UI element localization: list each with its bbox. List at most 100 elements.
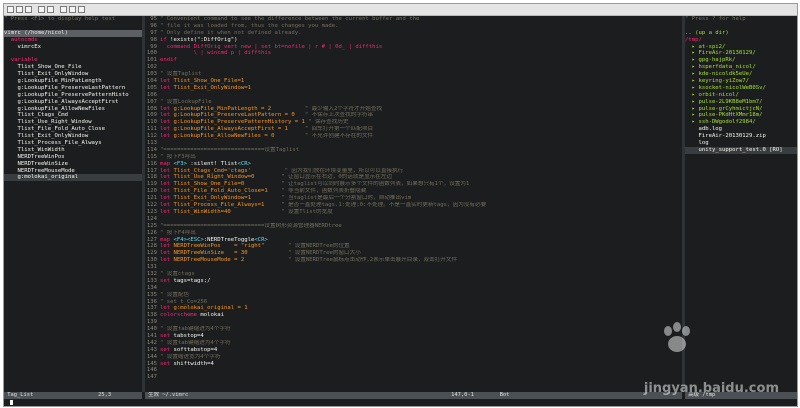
nerdtree-entry[interactable]: /tmp/ — [685, 37, 797, 44]
taglist-entry[interactable]: Tlist_File_Fold_Auto_Close — [4, 126, 142, 133]
code-line[interactable]: 138 colorscheme molokai — [145, 312, 682, 319]
toolbar-button[interactable] — [60, 6, 67, 13]
taglist-entry[interactable]: g:LookupFile_MinPatLength — [4, 78, 142, 85]
code-line[interactable]: 99 command DiffOrig vert new | set bt=no… — [145, 44, 682, 51]
code-line[interactable]: 114 "==============================设置Tagl… — [145, 147, 682, 154]
code-line[interactable]: 102 — [145, 64, 682, 71]
toolbar-button[interactable] — [47, 6, 54, 13]
code-line[interactable]: 100 \ | wincmd p | diffthis — [145, 50, 682, 57]
code-line[interactable]: 120 let Tlist_File_Fold_Auto_Close=1 " 非当… — [145, 188, 682, 195]
taglist-entry[interactable]: Tlist_Ctags_Cmd — [4, 112, 142, 119]
taglist-entry[interactable]: Tlist_Use_Right_Window — [4, 119, 142, 126]
toolbar-button[interactable] — [38, 6, 45, 13]
code-line[interactable]: 124 — [145, 216, 682, 223]
code-line[interactable]: 135 " 设置配色 — [145, 292, 682, 299]
code-line[interactable]: 137 let g:molokai_original = 1 — [145, 305, 682, 312]
nerdtree-entry[interactable]: adb.log — [685, 126, 797, 133]
code-line[interactable]: 98 if !exists(":DiffOrig") — [145, 37, 682, 44]
nerdtree-entry[interactable]: .. (up a dir) — [685, 30, 797, 37]
code-line[interactable]: 122 let Tlist_Process_File_Always=1 " 是否一… — [145, 202, 682, 209]
code-line[interactable]: 144 " 设置缩进宽为4个字符 — [145, 354, 682, 361]
code-line[interactable]: 119 let Tlist_Show_One_File=0 " 让taglist可… — [145, 181, 682, 188]
taglist-entry[interactable]: NERDTreeWinSize — [4, 161, 142, 168]
code-line[interactable]: 118 let Tlist_Use_Right_Window=0 " 让窗口显示在… — [145, 174, 682, 181]
taglist-entry[interactable]: vimrc (/home/nicol) — [4, 29, 142, 37]
code-line[interactable]: 121 let Tlist_Exit_OnlyWindow=1 " 当taglis… — [145, 195, 682, 202]
code-line[interactable]: 113 — [145, 140, 682, 147]
code-line[interactable]: 104 let Tlist_Show_One_File=1 — [145, 78, 682, 85]
nerdtree-entry[interactable]: ▸ pulse-2L9KB8eM1bm7/ — [685, 99, 797, 106]
code-line[interactable]: 143 set softtabstop=4 — [145, 347, 682, 354]
nerdtree-entry[interactable]: ▸ pulse-grCyhmictjcN/ — [685, 106, 797, 113]
taglist-entry[interactable]: Tlist_Process_File_Always — [4, 140, 142, 147]
taglist-entry[interactable]: NERDTreeMouseMode — [4, 168, 142, 175]
code-line[interactable]: 108 let g:LookupFile_MinPatLength = 2 " 最… — [145, 106, 682, 113]
nerdtree-entry[interactable]: ▸ at-spi2/ — [685, 44, 797, 51]
nerdtree-entry[interactable]: log — [685, 140, 797, 147]
code-line[interactable]: 110 let g:LookupFile_PreservePatternHisto… — [145, 119, 682, 126]
nerdtree-entry[interactable]: ▸ ssh-DWgodolf2984/ — [685, 119, 797, 126]
nerdtree-entry[interactable]: ▸ FireAir-20130129/ — [685, 50, 797, 57]
taglist-entry[interactable]: g:LookupFile_PreserveLastPattern — [4, 85, 142, 92]
code-line[interactable]: 106 — [145, 92, 682, 99]
code-line[interactable]: 128 let NERDTreeWinPos = "right" " 设置NERD… — [145, 243, 682, 250]
taglist-entry[interactable]: g:molokai_original — [4, 174, 142, 182]
taglist-entry[interactable]: variable — [4, 57, 142, 64]
code-line[interactable]: 132 " 设置ctags — [145, 271, 682, 278]
nerdtree-entry[interactable]: ▸ keyring-yiZow7/ — [685, 78, 797, 85]
code-line[interactable]: 112 let g:LookupFile_AllowNewFiles = 0 " … — [145, 133, 682, 140]
nerdtree-entry[interactable]: ▸ ksocket-nicolWeB0Sv/ — [685, 85, 797, 92]
code-line[interactable]: 146 — [145, 367, 682, 374]
toolbar-button[interactable] — [16, 6, 23, 13]
code-line[interactable]: 101 endif — [145, 57, 682, 64]
taglist-entry[interactable]: autocmds — [4, 37, 142, 44]
taglist-entry[interactable]: " Press <F1> to display help text — [4, 16, 142, 23]
nerdtree-entry[interactable] — [685, 23, 797, 30]
taglist-entry[interactable] — [4, 23, 142, 30]
code-line[interactable]: 115 " 按下F3呼出 — [145, 154, 682, 161]
code-line[interactable]: 133 set tags=tags;/ — [145, 278, 682, 285]
code-line[interactable]: 140 " 设置tab键缩进为4个字符 — [145, 326, 682, 333]
code-line[interactable]: 109 let g:LookupFile_PreserveLastPattern … — [145, 112, 682, 119]
taglist-entry[interactable]: Tlist_Show_One_File — [4, 64, 142, 71]
code-line[interactable]: 123 let Tlist_WinWidth=40 " 设置Tlist的宽度 — [145, 209, 682, 216]
code-line[interactable]: 131 — [145, 264, 682, 271]
code-line[interactable]: 95 " Convenient command to see the differ… — [145, 16, 682, 23]
code-line[interactable]: 103 " 设置Taglist — [145, 71, 682, 78]
nerdtree-entry[interactable]: FireAir-20130129.zip — [685, 133, 797, 140]
taglist-entry[interactable]: g:LookupFile_AllowNewFiles — [4, 106, 142, 113]
code-line[interactable]: 134 — [145, 285, 682, 292]
taglist-entry[interactable]: NERDTreeWinPos — [4, 154, 142, 161]
taglist-entry[interactable]: vimrcEx — [4, 44, 142, 51]
nerdtree-entry[interactable]: ▸ orbit-nicol/ — [685, 92, 797, 99]
code-line[interactable]: 125 "==============================设置树形资源… — [145, 223, 682, 230]
taglist-entry[interactable]: Tlist_Exit_OnlyWindow — [4, 133, 142, 140]
code-line[interactable]: 142 " 设置tab键缩进为4个字符 — [145, 340, 682, 347]
code-line[interactable]: 130 let NERDTreeMouseMode = 2 " 设置NERDTre… — [145, 257, 682, 264]
code-line[interactable]: 126 " 按下F4呼出 — [145, 230, 682, 237]
taglist-entry[interactable]: g:LookupFile_PreservePatternHisto — [4, 92, 142, 99]
code-line[interactable]: 111 let g:LookupFile_AlwaysAcceptFirst = … — [145, 126, 682, 133]
nerdtree-pane[interactable]: " Press ? for help .. (up a dir)/tmp/ ▸ a… — [685, 16, 797, 392]
taglist-entry[interactable]: Tlist_Exit_OnlyWindow — [4, 71, 142, 78]
taglist-pane[interactable]: " Press <F1> to display help text vimrc (… — [4, 16, 142, 392]
code-line[interactable]: 107 " 设置LookupFile — [145, 99, 682, 106]
nerdtree-entry[interactable]: ▸ gpg-hajpRk/ — [685, 57, 797, 64]
editor-pane[interactable]: 95 " Convenient command to see the differ… — [145, 16, 682, 392]
code-line[interactable]: 136 " set t_Co=256 — [145, 299, 682, 306]
code-line[interactable]: 117 let Tlist_Ctags_Cmd='ctags' " 因为我们放在环… — [145, 168, 682, 175]
code-line[interactable]: 97 " Only define it when not defined alre… — [145, 30, 682, 37]
toolbar-button[interactable] — [78, 6, 85, 13]
command-line[interactable] — [4, 399, 797, 406]
taglist-entry[interactable]: Tlist_WinWidth — [4, 147, 142, 154]
code-line[interactable]: 116 map <F3> :silent! Tlist<CR> — [145, 161, 682, 168]
toolbar-button[interactable] — [25, 6, 32, 13]
toolbar-button[interactable] — [7, 6, 14, 13]
nerdtree-entry[interactable]: " Press ? for help — [685, 16, 797, 23]
taglist-entry[interactable]: g:LookupFile_AlwaysAcceptFirst — [4, 99, 142, 106]
nerdtree-entry[interactable]: unity_support_test.0 [RO] — [685, 146, 797, 154]
taglist-entry[interactable] — [4, 50, 142, 57]
toolbar-button[interactable] — [69, 6, 76, 13]
code-line[interactable]: 145 set shiftwidth=4 — [145, 361, 682, 368]
nerdtree-entry[interactable]: ▸ pulse-PKdHtXMmr18m/ — [685, 112, 797, 119]
